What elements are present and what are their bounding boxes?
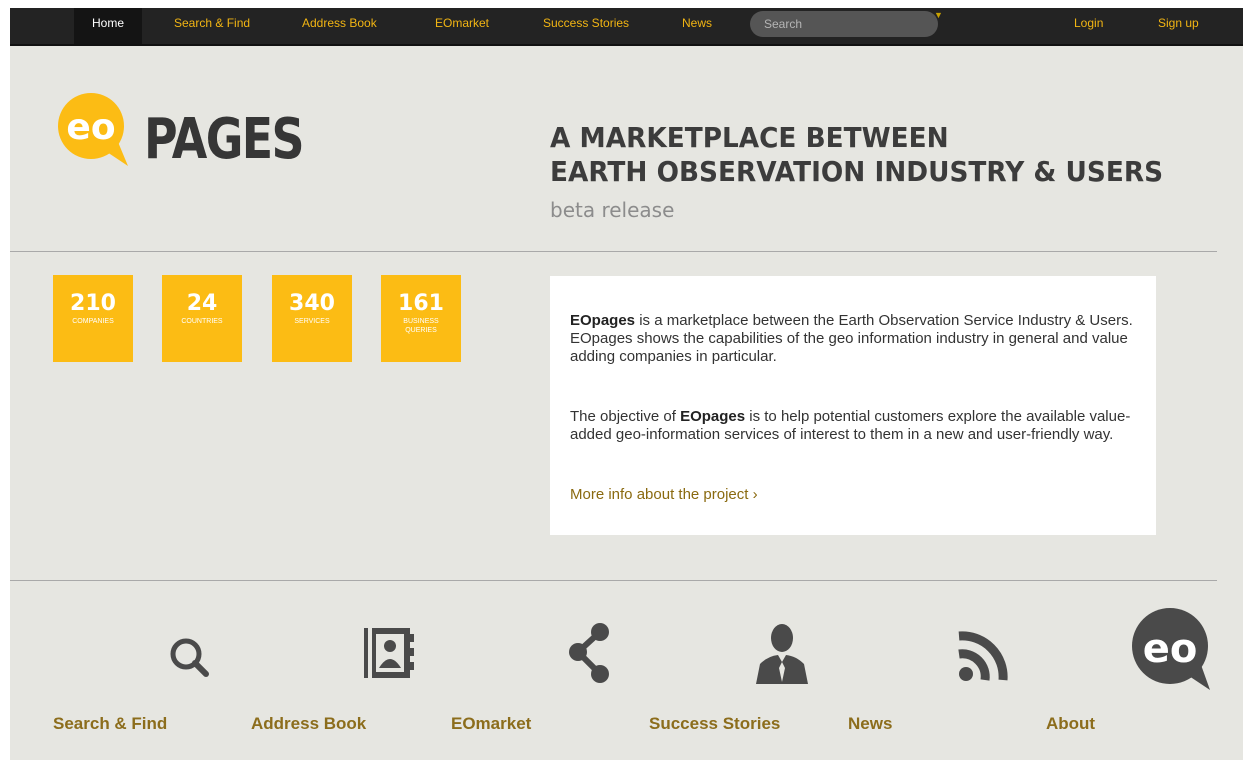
share-icon[interactable]	[560, 610, 624, 690]
logo-bubble-text: eo	[66, 107, 115, 148]
login-link[interactable]: Login	[1074, 8, 1103, 44]
feature-success-stories[interactable]: Success Stories	[649, 714, 780, 734]
stat-tile-companies[interactable]: 210 COMPANIES	[53, 275, 133, 362]
brand-name: EOpages	[570, 312, 636, 329]
divider-top	[10, 251, 1217, 252]
stat-tile-services[interactable]: 340 SERVICES	[272, 275, 352, 362]
eo-logo-bubble[interactable]: eo	[54, 92, 132, 170]
feature-address-book[interactable]: Address Book	[251, 714, 366, 734]
search-input[interactable]: Search	[750, 11, 938, 37]
nav-search-find[interactable]: Search & Find	[174, 8, 250, 44]
stat-label: COMPANIES	[72, 318, 114, 325]
search-icon[interactable]	[158, 610, 222, 690]
feature-news[interactable]: News	[848, 714, 892, 734]
feature-eomarket[interactable]: EOmarket	[451, 714, 531, 734]
stat-value: 24	[186, 291, 218, 316]
stat-tile-countries[interactable]: 24 COUNTRIES	[162, 275, 242, 362]
address-book-icon[interactable]	[354, 610, 418, 690]
info-paragraph-1: EOpages is a marketplace between the Ear…	[570, 312, 1140, 366]
more-info-link[interactable]: More info about the project ›	[570, 486, 758, 503]
rss-icon[interactable]	[952, 610, 1016, 690]
brand-name: EOpages	[680, 408, 746, 425]
info-paragraph-2-start: The objective of	[570, 408, 681, 425]
info-paragraph-1-text: is a marketplace between the Earth Obser…	[570, 312, 1133, 365]
info-paragraph-2: The objective of EOpages is to help pote…	[570, 408, 1140, 444]
person-icon[interactable]	[750, 610, 814, 690]
nav-address-book[interactable]: Address Book	[302, 8, 377, 44]
nav-home[interactable]: Home	[74, 8, 142, 44]
stat-value: 210	[70, 291, 116, 316]
beta-subtitle: beta release	[550, 198, 675, 222]
stat-label: BUSINESS QUERIES	[403, 318, 439, 334]
search-dropdown-icon[interactable]: ▼	[934, 10, 943, 20]
stat-label: COUNTRIES	[181, 318, 223, 325]
nav-eomarket[interactable]: EOmarket	[435, 8, 489, 44]
logo-wordmark: PAGES	[144, 107, 305, 172]
feature-search-find[interactable]: Search & Find	[53, 714, 167, 734]
feature-about[interactable]: About	[1046, 714, 1095, 734]
stat-label: SERVICES	[294, 318, 330, 325]
nav-success-stories[interactable]: Success Stories	[543, 8, 629, 44]
divider-bottom	[10, 580, 1217, 581]
eo-logo-icon[interactable]: eo	[1128, 606, 1214, 692]
stat-value: 340	[289, 291, 335, 316]
eo-logo-text: eo	[1143, 626, 1198, 672]
info-card: EOpages is a marketplace between the Ear…	[550, 276, 1156, 535]
page: Home Search & Find Address Book EOmarket…	[10, 8, 1243, 760]
stat-tile-business-queries[interactable]: 161 BUSINESS QUERIES	[381, 275, 461, 362]
headline-line-1: A MARKETPLACE BETWEEN	[550, 121, 949, 154]
headline-line-2: EARTH OBSERVATION INDUSTRY & USERS	[550, 155, 1164, 188]
stat-value: 161	[398, 291, 444, 316]
nav-news[interactable]: News	[682, 8, 712, 44]
signup-link[interactable]: Sign up	[1158, 8, 1199, 44]
top-nav-bar: Home Search & Find Address Book EOmarket…	[10, 8, 1243, 46]
